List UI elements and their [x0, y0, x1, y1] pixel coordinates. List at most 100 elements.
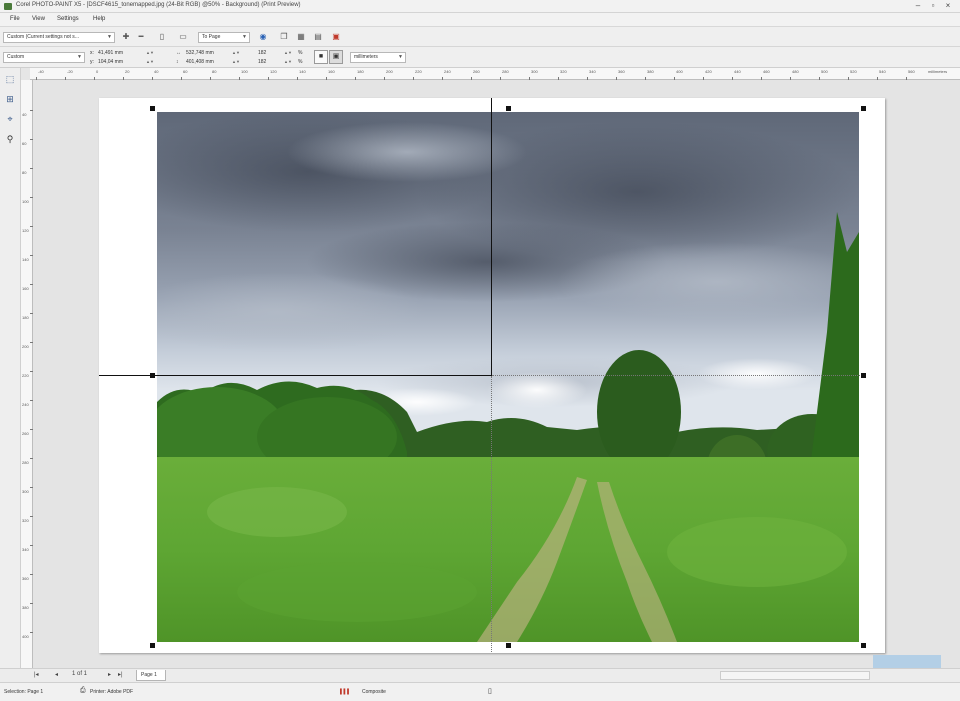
scale-y-spinner[interactable]: ▲▼ [284, 59, 292, 64]
ruler-label: 300 [531, 69, 538, 74]
page-navigator: |◂ ◂ 1 of 1 ▸ ▸| Page 1 [0, 668, 960, 682]
ruler-label: 440 [734, 69, 741, 74]
page-setup-icon[interactable]: ▦ [296, 32, 306, 42]
units-select[interactable]: millimeters ▼ [350, 52, 406, 63]
printer-icon[interactable]: ▭ [178, 32, 188, 42]
menu-view[interactable]: View [32, 16, 45, 22]
image-preview[interactable] [157, 112, 859, 642]
guide-line [492, 375, 862, 376]
resize-handle[interactable] [861, 643, 866, 648]
height-icon: ↕ [176, 59, 179, 65]
horizontal-scrollbar[interactable] [720, 671, 870, 680]
selection-status: Selection: Page 1 [4, 689, 44, 695]
zoom-tool-icon[interactable]: ⚲ [3, 132, 17, 146]
units-value: millimeters [354, 54, 378, 60]
ruler-label: 40 [154, 69, 159, 74]
print-options-icon[interactable]: ▯ [157, 32, 167, 42]
ruler-label: 20 [125, 69, 130, 74]
chevron-down-icon: ▼ [77, 54, 82, 60]
scale-x-unit: % [298, 50, 303, 56]
close-preview-icon[interactable]: ▣ [331, 32, 341, 42]
lock-icon[interactable]: ■ [314, 50, 328, 64]
ruler-label: 140 [299, 69, 306, 74]
ruler-label: 60 [22, 141, 27, 146]
scale-y-unit: % [298, 59, 303, 65]
layout-icon[interactable]: ▤ [313, 32, 323, 42]
fit-to-page-select[interactable]: To Page ▼ [198, 32, 250, 43]
resize-handle[interactable] [861, 373, 866, 378]
ruler-label: 280 [22, 460, 29, 465]
add-style-icon[interactable]: ✚ [121, 32, 131, 42]
ruler-label: 320 [560, 69, 567, 74]
ruler-label: 420 [705, 69, 712, 74]
ruler-label: 120 [22, 228, 29, 233]
ruler-label: 360 [618, 69, 625, 74]
ruler-label: 180 [22, 315, 29, 320]
image-position-tool-icon[interactable]: ⊞ [3, 92, 17, 106]
minimize-button[interactable]: – [912, 1, 924, 11]
prev-page-button[interactable]: ◂ [55, 671, 58, 678]
resize-handle[interactable] [506, 643, 511, 648]
menu-file[interactable]: File [10, 16, 20, 22]
ruler-label: 340 [589, 69, 596, 74]
close-button[interactable]: × [942, 1, 954, 11]
center-image-icon[interactable]: ▣ [329, 50, 343, 64]
ruler-label: 520 [850, 69, 857, 74]
ruler-label: 400 [676, 69, 683, 74]
chevron-down-icon: ▼ [107, 34, 112, 40]
menu-settings[interactable]: Settings [57, 16, 79, 22]
first-page-button[interactable]: |◂ [34, 671, 39, 678]
toolbox: ⬚ ⊞ ⌖ ⚲ [0, 68, 21, 668]
print-preview-toolbar: Custom (Current settings not s... ▼ ✚ ━ … [0, 27, 960, 47]
guide-line [491, 376, 492, 652]
marks-placement-tool-icon[interactable]: ⌖ [3, 112, 17, 126]
resize-handle[interactable] [150, 373, 155, 378]
height-field[interactable]: 401,408 mm [186, 58, 214, 66]
pick-tool-icon[interactable]: ⬚ [3, 72, 17, 86]
copy-icon[interactable]: ❐ [279, 32, 289, 42]
width-spinner[interactable]: ▲▼ [232, 50, 240, 55]
resize-handle[interactable] [150, 643, 155, 648]
vertical-ruler: 40 60 80 100 120 140 160 180 200 220 240 260 280 300 3… [21, 80, 33, 668]
scale-y-field[interactable]: 182 [258, 58, 266, 66]
ruler-label: 280 [502, 69, 509, 74]
ruler-label: 380 [22, 605, 29, 610]
ruler-label: 80 [212, 69, 217, 74]
print-style-value: Custom (Current settings not s... [7, 34, 79, 40]
full-screen-icon[interactable]: ◉ [258, 32, 268, 42]
print-style-select[interactable]: Custom (Current settings not s... ▼ [3, 32, 115, 43]
printer-icon: ⎙ [80, 687, 86, 694]
menu-help[interactable]: Help [93, 16, 105, 22]
x-position-field[interactable]: 41,491 mm [98, 49, 123, 57]
layout-select[interactable]: Custom ▼ [3, 52, 85, 63]
fit-to-page-value: To Page [202, 34, 221, 40]
y-position-field[interactable]: 104,04 mm [98, 58, 123, 66]
horizontal-ruler: -40 -20 0 20 40 60 80 100 120 140 160 180 200 220 240 2… [30, 68, 960, 80]
composite-icon: ▌▌▌ [340, 689, 351, 695]
x-label: x: [90, 50, 94, 56]
width-field[interactable]: 532,748 mm [186, 49, 214, 57]
x-spinner[interactable]: ▲▼ [146, 50, 154, 55]
ruler-label: 200 [386, 69, 393, 74]
scale-x-field[interactable]: 182 [258, 49, 266, 57]
scale-x-spinner[interactable]: ▲▼ [284, 50, 292, 55]
height-spinner[interactable]: ▲▼ [232, 59, 240, 64]
ruler-label: 220 [22, 373, 29, 378]
ruler-label: 240 [22, 402, 29, 407]
next-page-button[interactable]: ▸ [108, 671, 111, 678]
resize-handle[interactable] [506, 106, 511, 111]
y-spinner[interactable]: ▲▼ [146, 59, 154, 64]
remove-style-icon[interactable]: ━ [136, 32, 146, 42]
ruler-label: 80 [22, 170, 27, 175]
ruler-label: 160 [328, 69, 335, 74]
resize-handle[interactable] [150, 106, 155, 111]
ruler-label: 360 [22, 576, 29, 581]
ruler-label: 120 [270, 69, 277, 74]
maximize-button[interactable]: ▫ [927, 1, 939, 11]
last-page-button[interactable]: ▸| [118, 671, 123, 678]
page-tab[interactable]: Page 1 [136, 670, 166, 681]
ruler-label: -40 [38, 69, 44, 74]
ruler-label: 400 [22, 634, 29, 639]
resize-handle[interactable] [861, 106, 866, 111]
ruler-label: 200 [22, 344, 29, 349]
